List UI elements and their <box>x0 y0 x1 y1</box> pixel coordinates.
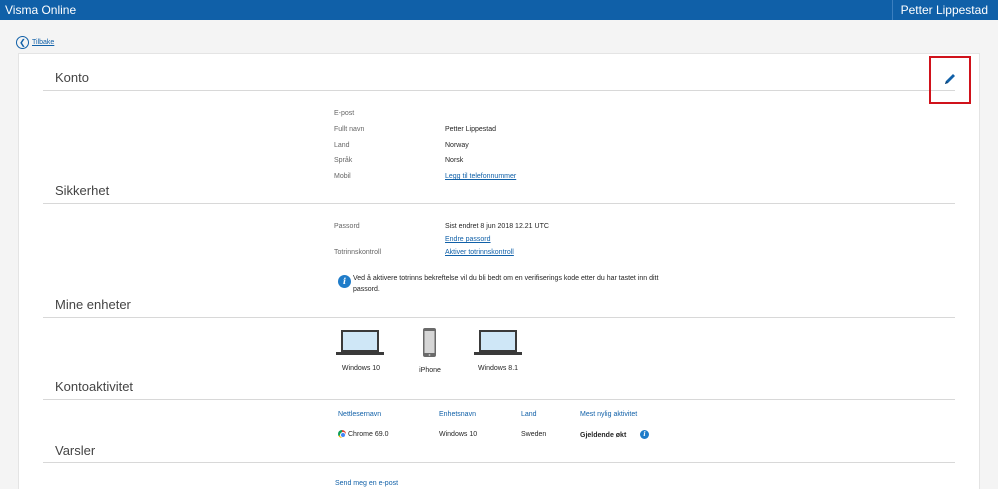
section-title-varsler: Varsler <box>55 443 96 458</box>
info-icon: i <box>338 275 351 288</box>
back-arrow-icon[interactable]: ❮ <box>16 36 29 49</box>
user-menu[interactable]: Petter Lippestad <box>891 0 998 20</box>
laptop-icon <box>474 330 522 355</box>
column-header: Nettlesernavn <box>338 411 382 418</box>
column-header: Mest nylig aktivitet <box>580 411 638 418</box>
twofactor-label: Totrinnskontroll <box>334 249 382 256</box>
device-label: Windows 10 <box>341 365 381 372</box>
pencil-icon[interactable] <box>943 72 957 86</box>
fullname-label: Fullt navn <box>334 126 365 133</box>
divider <box>43 317 955 318</box>
laptop-icon <box>336 330 384 355</box>
password-label: Passord <box>334 223 360 230</box>
divider <box>43 399 955 400</box>
divider <box>43 203 955 204</box>
column-header: Enhetsnavn <box>439 411 476 418</box>
info-icon[interactable]: i <box>640 430 649 439</box>
phone-icon <box>423 328 436 357</box>
section-title-sikkerhet: Sikkerhet <box>55 183 110 198</box>
language-value: Norsk <box>445 157 464 164</box>
country-value: Norway <box>445 142 469 149</box>
app-title: Visma Online <box>5 3 77 17</box>
chrome-icon <box>338 430 346 438</box>
add-phone-link[interactable]: Legg til telefonnummer <box>445 173 516 180</box>
device-label: Windows 8.1 <box>477 365 519 372</box>
divider <box>43 90 955 91</box>
section-title-enheter: Mine enheter <box>55 297 131 312</box>
section-title-aktivitet: Kontoaktivitet <box>55 379 134 394</box>
enable-twofactor-link[interactable]: Aktiver totrinnskontroll <box>445 249 514 256</box>
divider <box>43 462 955 463</box>
back-link[interactable]: Tilbake <box>32 39 54 46</box>
fullname-value: Petter Lippestad <box>445 126 496 133</box>
language-label: Språk <box>334 157 353 164</box>
activity-cell: Gjeldende økt <box>580 432 627 439</box>
top-bar: Visma Online Petter Lippestad <box>0 0 998 20</box>
twofactor-info-text: Ved å aktivere totrinns bekreftelse vil … <box>353 275 659 293</box>
highlight-box <box>929 56 971 104</box>
country-label: Land <box>334 142 350 149</box>
country-cell: Sweden <box>521 431 547 438</box>
change-password-link[interactable]: Endre passord <box>445 236 491 243</box>
device-cell: Windows 10 <box>439 431 478 438</box>
column-header: Land <box>521 411 537 418</box>
email-notification-link[interactable]: Send meg en e-post <box>335 480 398 487</box>
section-title-konto: Konto <box>55 70 89 85</box>
back-nav[interactable]: ❮ Tilbake <box>16 36 54 49</box>
mobile-label: Mobil <box>334 173 351 180</box>
browser-cell: Chrome 69.0 <box>348 431 389 438</box>
email-label: E-post <box>334 110 355 117</box>
device-label: iPhone <box>419 367 441 374</box>
account-panel <box>18 53 980 489</box>
password-changed-value: Sist endret 8 jun 2018 12.21 UTC <box>445 223 549 230</box>
